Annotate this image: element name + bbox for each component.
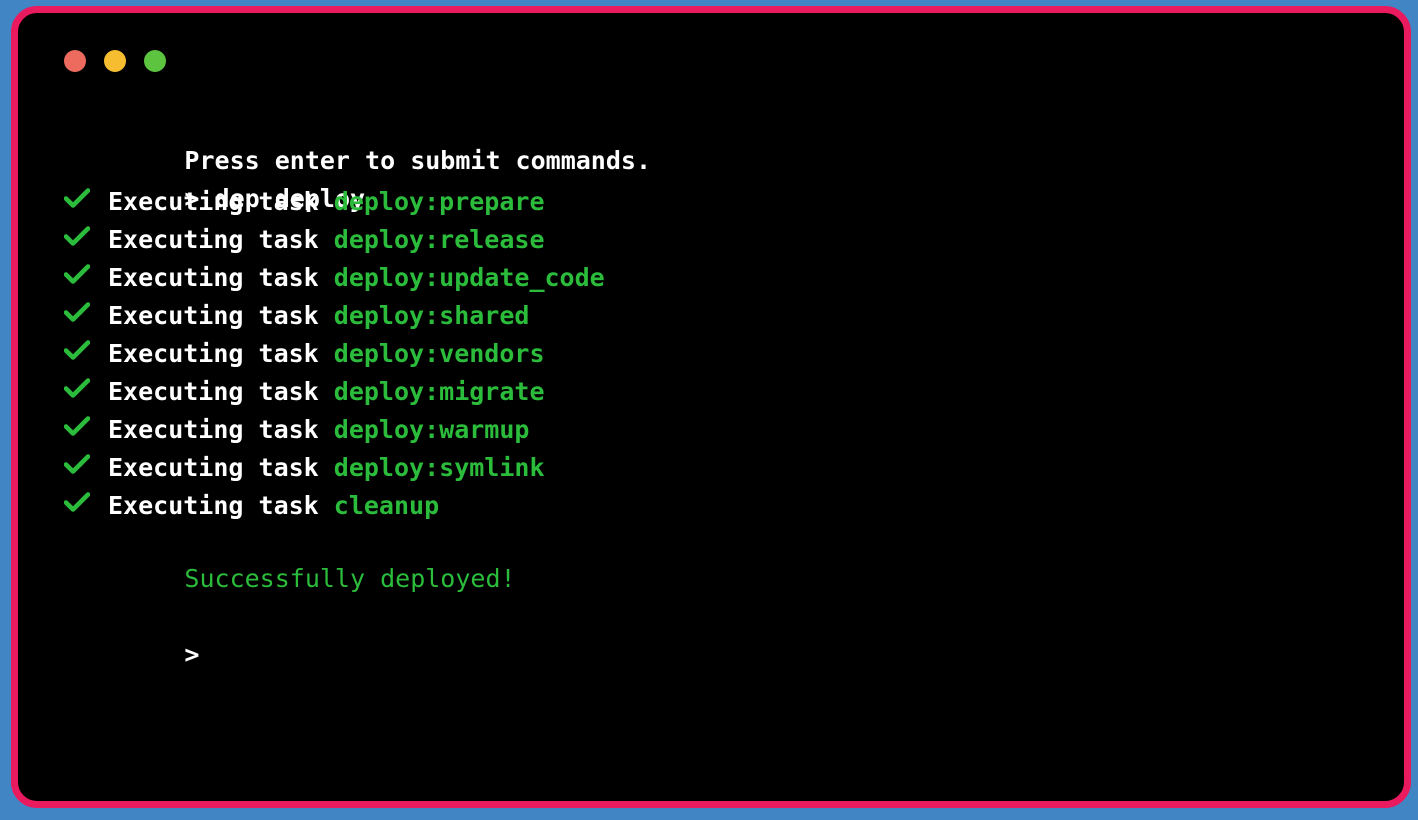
- check-mark-icon: [64, 292, 108, 322]
- check-mark-icon: [64, 254, 108, 284]
- task-label: Executing task: [108, 491, 319, 520]
- task-label: Executing task: [108, 415, 319, 444]
- task-name: deploy:release: [333, 225, 545, 254]
- task-name: deploy:shared: [333, 301, 530, 330]
- task-label: Executing task: [108, 453, 319, 482]
- task-separator: [319, 259, 334, 297]
- task-label: Executing task: [108, 377, 319, 406]
- task-name: deploy:migrate: [333, 377, 545, 406]
- task-separator: [319, 487, 334, 525]
- task-name: deploy:warmup: [333, 415, 530, 444]
- task-line: Executing task deploy:update_code: [64, 256, 1384, 294]
- task-label: Executing task: [108, 263, 319, 292]
- console-input-line[interactable]: >: [64, 598, 1384, 669]
- check-mark-icon: [64, 368, 108, 398]
- desktop-background: Press enter to submit commands. > dep de…: [0, 0, 1418, 820]
- task-name: deploy:prepare: [333, 187, 545, 216]
- terminal-console[interactable]: Press enter to submit commands. > dep de…: [64, 104, 1384, 791]
- task-separator: [319, 449, 334, 487]
- check-mark-icon: [64, 330, 108, 360]
- task-line: Executing task deploy:warmup: [64, 408, 1384, 446]
- task-name: deploy:update_code: [333, 263, 605, 292]
- minimize-button[interactable]: [104, 50, 126, 72]
- check-mark-icon: [64, 216, 108, 246]
- task-separator: [319, 297, 334, 335]
- task-name: deploy:vendors: [333, 339, 545, 368]
- console-success-line: Successfully deployed!: [64, 522, 1384, 593]
- task-line: Executing task deploy:symlink: [64, 446, 1384, 484]
- task-line: Executing task deploy:vendors: [64, 332, 1384, 370]
- console-notice-line: Press enter to submit commands.: [64, 104, 1384, 175]
- task-line: Executing task deploy:release: [64, 218, 1384, 256]
- task-label: Executing task: [108, 301, 319, 330]
- task-name: cleanup: [333, 491, 440, 520]
- task-label: Executing task: [108, 187, 319, 216]
- task-separator: [319, 183, 334, 221]
- maximize-button[interactable]: [144, 50, 166, 72]
- task-line-list: Executing task deploy:prepare Executing t…: [64, 180, 1384, 522]
- task-separator: [319, 411, 334, 449]
- check-mark-icon: [64, 178, 108, 208]
- task-separator: [319, 373, 334, 411]
- check-mark-icon: [64, 406, 108, 436]
- final-prompt-symbol: >: [184, 640, 200, 669]
- check-mark-icon: [64, 482, 108, 512]
- task-separator: [319, 335, 334, 373]
- task-separator: [319, 221, 334, 259]
- task-line: Executing task deploy:shared: [64, 294, 1384, 332]
- console-command-line: > dep deploy: [64, 142, 1384, 213]
- check-mark-icon: [64, 444, 108, 474]
- task-label: Executing task: [108, 339, 319, 368]
- task-name: deploy:symlink: [333, 453, 545, 482]
- task-line: Executing task cleanup: [64, 484, 1384, 522]
- task-label: Executing task: [108, 225, 319, 254]
- window-titlebar: [64, 50, 166, 72]
- terminal-window: Press enter to submit commands. > dep de…: [11, 6, 1411, 808]
- task-line: Executing task deploy:migrate: [64, 370, 1384, 408]
- close-button[interactable]: [64, 50, 86, 72]
- task-line: Executing task deploy:prepare: [64, 180, 1384, 218]
